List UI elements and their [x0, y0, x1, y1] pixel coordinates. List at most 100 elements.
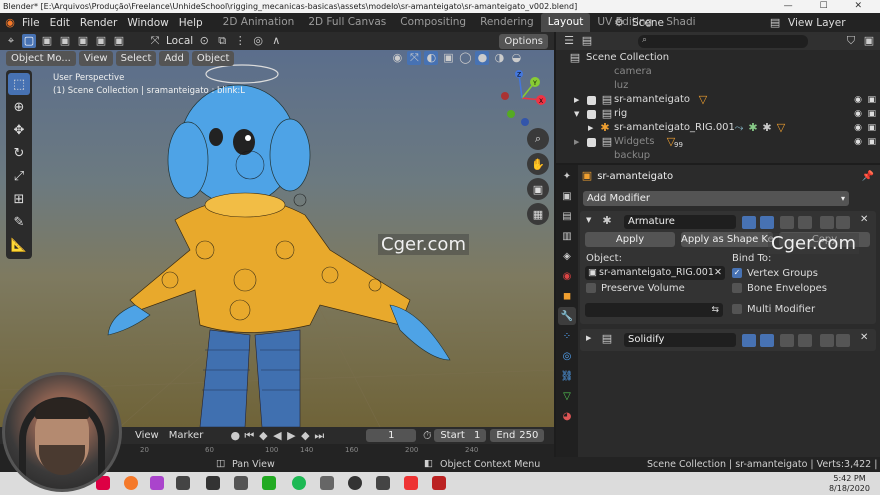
app-icon[interactable] — [404, 476, 418, 490]
gizmo-toggle-icon[interactable]: ⤧ — [407, 51, 422, 65]
view-layer-icon[interactable]: ▤ — [768, 16, 782, 30]
move-up-button[interactable] — [820, 216, 834, 229]
xray-toggle-icon[interactable]: ▣ — [441, 51, 455, 65]
move-down-button[interactable] — [836, 334, 850, 347]
outliner-editor-icon[interactable]: ☰ — [562, 34, 576, 48]
options-dropdown[interactable]: Options — [499, 33, 548, 49]
measure-tool[interactable]: 📐 — [8, 234, 30, 256]
pan-button[interactable]: ✋ — [527, 153, 549, 175]
expand-icon[interactable]: ▶ — [588, 121, 593, 135]
tab-particles[interactable]: ⁘ — [558, 327, 576, 345]
rotate-tool[interactable]: ↻ — [8, 142, 30, 164]
end-frame-field[interactable]: End 250 — [490, 429, 545, 442]
tab-data[interactable]: ▽ — [558, 387, 576, 405]
tab-view-layer[interactable]: ▥ — [558, 227, 576, 245]
snap-target-icon[interactable]: ⋮ — [233, 34, 247, 48]
jump-end-icon[interactable]: ⏭ — [312, 429, 326, 443]
orientation-icon[interactable]: ⤧ — [148, 34, 162, 48]
app-icon[interactable] — [206, 476, 220, 490]
tab-scene[interactable]: ◈ — [558, 247, 576, 265]
tab-rendering[interactable]: Rendering — [473, 13, 541, 32]
tab-modifiers[interactable]: 🔧 — [558, 307, 576, 325]
move-up-button[interactable] — [820, 334, 834, 347]
tab-layout[interactable]: Layout — [540, 13, 591, 32]
select-extend-icon[interactable]: ▣ — [58, 34, 72, 48]
armature-name-field[interactable]: Armature — [624, 215, 736, 229]
menu-render[interactable]: Render — [75, 17, 122, 29]
app-icon[interactable] — [376, 476, 390, 490]
preserve-volume-checkbox[interactable]: Preserve Volume — [586, 283, 685, 294]
select-intersect-icon[interactable]: ▣ — [112, 34, 126, 48]
snap-icon[interactable]: ⧉ — [215, 34, 229, 48]
tab-output[interactable]: ▤ — [558, 207, 576, 225]
camera-view-button[interactable]: ▣ — [527, 178, 549, 200]
orientation-dropdown[interactable]: Local — [166, 35, 193, 47]
tab-object[interactable]: ◼ — [558, 287, 576, 305]
menu-edit[interactable]: Edit — [45, 17, 75, 29]
menu-object[interactable]: Object — [191, 50, 235, 66]
apply-as-shape-key-button[interactable]: Apply as Shape Key — [681, 232, 773, 247]
tab-material[interactable]: ◕ — [558, 407, 576, 425]
app-icon[interactable] — [176, 476, 190, 490]
tab-constraints[interactable]: ⛓ — [558, 367, 576, 385]
bone-envelopes-checkbox[interactable]: Bone Envelopes — [732, 283, 827, 294]
blender-logo-icon[interactable]: ◉ — [3, 16, 17, 30]
eye-icon[interactable]: ◉ — [854, 121, 862, 135]
cage-toggle[interactable] — [798, 216, 812, 229]
scene-name[interactable]: Scene — [632, 17, 664, 29]
checkbox[interactable] — [587, 110, 596, 119]
render-toggle[interactable] — [780, 334, 794, 347]
collapse-icon[interactable]: ▼ — [586, 216, 591, 224]
play-reverse-icon[interactable]: ◀ — [270, 429, 284, 443]
tab-2d-full-canvas[interactable]: 2D Full Canvas — [301, 13, 393, 32]
next-keyframe-icon[interactable]: ◆ — [298, 429, 312, 443]
render-toggle[interactable] — [780, 216, 794, 229]
tab-2d-animation[interactable]: 2D Animation — [216, 13, 302, 32]
outliner-row-rig[interactable]: ▼ ▤ rig ◉ ▣ — [556, 107, 880, 121]
display-mode-icon[interactable]: ▤ — [580, 34, 594, 48]
proportional-edit-icon[interactable]: ◎ — [251, 34, 265, 48]
select-mode-icon[interactable]: ▢ — [22, 34, 36, 48]
tab-tool[interactable]: ✦ — [558, 167, 576, 185]
object-mode-dropdown[interactable]: Object Mo... — [6, 50, 76, 66]
outliner-row-luz[interactable]: luz — [556, 79, 880, 93]
record-icon[interactable]: ● — [228, 429, 242, 443]
edit-mode-toggle[interactable] — [742, 334, 756, 347]
tab-compositing[interactable]: Compositing — [393, 13, 473, 32]
timeline-view-menu[interactable]: View — [130, 430, 164, 441]
close-icon[interactable]: ✕ — [860, 332, 868, 343]
checkbox[interactable] — [587, 96, 596, 105]
timeline-marker-menu[interactable]: Marker — [164, 430, 209, 441]
vertex-group-field[interactable]: ⇆ — [585, 303, 723, 317]
outliner-row-scene-collection[interactable]: ▤ Scene Collection — [556, 51, 880, 65]
pin-icon[interactable]: 📌 — [862, 169, 874, 185]
perspective-toggle-button[interactable]: ▦ — [527, 203, 549, 225]
render-icon[interactable]: ▣ — [867, 121, 876, 135]
close-icon[interactable]: ✕ — [860, 214, 868, 225]
current-frame-field[interactable]: 1 — [366, 429, 417, 442]
solid-shading-icon[interactable]: ● — [475, 51, 490, 65]
eye-icon[interactable]: ◉ — [854, 93, 862, 107]
realtime-toggle[interactable] — [760, 216, 774, 229]
outliner-row-camera[interactable]: camera — [556, 65, 880, 79]
app-icon[interactable] — [348, 476, 362, 490]
material-shading-icon[interactable]: ◑ — [492, 51, 506, 65]
apply-button[interactable]: Apply — [585, 232, 675, 247]
transform-tool[interactable]: ⊞ — [8, 188, 30, 210]
play-icon[interactable]: ▶ — [284, 429, 298, 443]
blender-icon[interactable] — [124, 476, 138, 490]
overlay-toggle-icon[interactable]: ◐ — [424, 51, 439, 65]
app-icon[interactable] — [262, 476, 276, 490]
falloff-icon[interactable]: ∧ — [269, 34, 283, 48]
outliner-row-sr-amanteigato[interactable]: ▶ ▤ sr-amanteigato ▽ ◉ ▣ — [556, 93, 880, 107]
filezilla-icon[interactable] — [432, 476, 446, 490]
tab-world[interactable]: ◉ — [558, 267, 576, 285]
clock-icon[interactable]: ⏱ — [420, 429, 434, 443]
solidify-name-field[interactable]: Solidify — [624, 333, 736, 347]
menu-file[interactable]: File — [17, 17, 45, 29]
outliner-search[interactable]: ⌕ — [638, 34, 808, 48]
tab-physics[interactable]: ◎ — [558, 347, 576, 365]
clear-icon[interactable]: ✕ — [714, 266, 722, 280]
menu-view[interactable]: View — [78, 50, 113, 66]
navigation-gizmo[interactable]: X Y Z — [497, 70, 547, 126]
